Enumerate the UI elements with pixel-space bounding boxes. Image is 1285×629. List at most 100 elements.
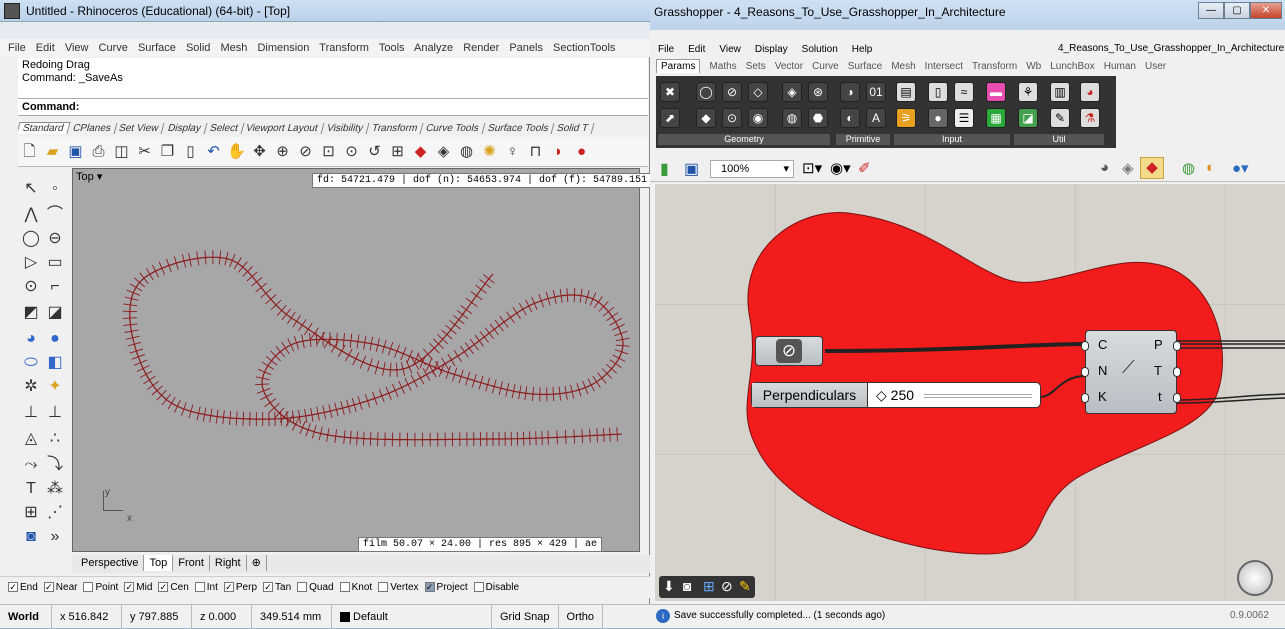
zoom-window-icon[interactable]: ⊘ — [295, 141, 316, 162]
button-input-icon[interactable]: ▯ — [928, 82, 948, 102]
curve-icon[interactable]: ⌒ — [44, 204, 66, 226]
menu-sectiontools[interactable]: SectionTools — [553, 42, 615, 54]
osnap-point[interactable]: Point — [83, 582, 118, 593]
cplane-indicator[interactable]: World — [0, 605, 52, 629]
material-icon[interactable]: ◐ — [1206, 159, 1215, 176]
grid-snap-toggle[interactable]: Grid Snap — [492, 605, 559, 629]
sphere-icon[interactable]: ● — [44, 328, 66, 350]
circle-icon[interactable]: ◯ — [20, 228, 42, 250]
curve-param-icon[interactable]: ⊘ — [722, 82, 742, 102]
tab-display[interactable]: Display — [162, 123, 207, 134]
menu-panels[interactable]: Panels — [509, 42, 543, 54]
osnap-checkbox[interactable]: ✓ — [124, 582, 134, 592]
circle-param-icon[interactable]: ◯ — [696, 82, 716, 102]
point-icon[interactable]: ◦ — [44, 178, 66, 200]
menu-edit[interactable]: Edit — [36, 42, 55, 54]
align-icon[interactable]: ⊥ — [44, 402, 66, 424]
osnap-int[interactable]: Int — [195, 582, 218, 593]
explode-icon[interactable]: ✦ — [44, 376, 66, 398]
panel-input-icon[interactable]: ▤ — [896, 82, 916, 102]
text-icon[interactable]: T — [20, 478, 42, 500]
command-prompt[interactable]: Command: — [18, 98, 648, 116]
osnap-perp[interactable]: ✓Perp — [224, 582, 257, 593]
lock-icon[interactable]: ⊓ — [525, 141, 546, 162]
minimize-button[interactable]: — — [1198, 2, 1224, 19]
gh-menu-file[interactable]: File — [658, 44, 674, 55]
tab-viewport-layout[interactable]: Viewport Layout — [241, 123, 324, 134]
gh-tab-intersect[interactable]: Intersect — [925, 61, 963, 72]
save-icon[interactable]: ▣ — [65, 141, 86, 162]
preview-wire-icon[interactable]: ◕ — [1100, 159, 1109, 176]
group-label-primitive[interactable]: Primitive — [836, 134, 890, 145]
layer-indicator[interactable]: Default — [332, 605, 492, 629]
render-preview-icon[interactable]: ◙ — [20, 526, 42, 548]
ortho-toggle[interactable]: Ortho — [559, 605, 604, 629]
menu-analyze[interactable]: Analyze — [414, 42, 453, 54]
project-icon[interactable]: ⤵ — [44, 454, 66, 476]
vector-param-icon[interactable]: ◉ — [748, 108, 768, 128]
line-param-icon[interactable]: ⬈ — [660, 108, 680, 128]
transform-icon[interactable]: ⊥ — [20, 402, 42, 424]
rectangle-icon[interactable]: ▭ — [44, 252, 66, 274]
osnap-checkbox[interactable]: ✓ — [158, 582, 168, 592]
osnap-mid[interactable]: ✓Mid — [124, 582, 152, 593]
box-param-icon[interactable]: ✖ — [660, 82, 680, 102]
gh-tab-maths[interactable]: Maths — [709, 61, 736, 72]
widget-load-icon[interactable]: ⬇ — [663, 578, 675, 595]
solid-icon[interactable]: ◕ — [20, 328, 42, 350]
graph-mapper-icon[interactable]: ⚞ — [896, 108, 916, 128]
dimension-icon[interactable]: ∴ — [44, 428, 66, 450]
car-icon[interactable]: ◆ — [410, 141, 431, 162]
fitness-icon[interactable]: ⚗ — [1080, 108, 1100, 128]
bake-icon[interactable]: ◍ — [1182, 159, 1195, 177]
rotate-view-icon[interactable]: ✥ — [249, 141, 270, 162]
point-param-icon[interactable]: ⊙ — [722, 108, 742, 128]
gh-tab-lunchbox[interactable]: LunchBox — [1050, 61, 1094, 72]
plane-param-icon[interactable]: ◆ — [696, 108, 716, 128]
gh-tab-sets[interactable]: Sets — [746, 61, 766, 72]
osnap-checkbox[interactable]: ✓ — [263, 582, 273, 592]
port-t-param[interactable] — [1173, 393, 1181, 403]
osnap-cen[interactable]: ✓Cen — [158, 582, 188, 593]
widget-curve-icon[interactable]: ⊘ — [721, 578, 733, 595]
osnap-checkbox[interactable] — [378, 582, 388, 592]
display-mode-icon[interactable]: ●▾ — [1232, 159, 1249, 177]
value-list-icon[interactable]: ☰ — [954, 108, 974, 128]
maximize-button[interactable]: ▢ — [1224, 2, 1250, 19]
mesh-param-icon[interactable]: ⊛ — [808, 82, 828, 102]
mesh-icon[interactable]: ✲ — [20, 376, 42, 398]
surface-param-icon[interactable]: ◇ — [748, 82, 768, 102]
group-param-icon[interactable]: ⬣ — [808, 108, 828, 128]
data-recorder-icon[interactable]: ◪ — [1018, 108, 1038, 128]
boolean-param-icon[interactable]: ◑ — [840, 82, 860, 102]
viewport-menu-chevron-icon[interactable]: ▾ — [97, 171, 103, 183]
top-viewport[interactable]: y x — [72, 168, 640, 552]
pan-icon[interactable]: ✋ — [226, 141, 247, 162]
group-icon[interactable]: ⊞ — [20, 502, 42, 524]
navigation-compass[interactable] — [1237, 560, 1273, 596]
menu-surface[interactable]: Surface — [138, 42, 176, 54]
osnap-checkbox[interactable]: ✓ — [8, 582, 18, 592]
zoom-extents-icon[interactable]: ⊡ — [318, 141, 339, 162]
osnap-knot[interactable]: Knot — [340, 582, 373, 593]
toggle-input-icon[interactable]: ≈ — [954, 82, 974, 102]
menu-transform[interactable]: Transform — [319, 42, 369, 54]
brep-param-icon[interactable]: ◈ — [782, 82, 802, 102]
osnap-checkbox[interactable]: ✓ — [44, 582, 54, 592]
osnap-checkbox[interactable] — [83, 582, 93, 592]
menu-mesh[interactable]: Mesh — [220, 42, 247, 54]
osnap-disable[interactable]: Disable — [474, 582, 519, 593]
gh-menu-display[interactable]: Display — [755, 44, 788, 55]
port-n[interactable] — [1081, 367, 1089, 377]
fillet-icon[interactable]: ⌐ — [44, 276, 66, 298]
osnap-checkbox[interactable] — [340, 582, 350, 592]
slider-track[interactable] — [924, 394, 1032, 398]
view-tab-right[interactable]: Right — [210, 555, 247, 571]
gh-tab-wb[interactable]: Wb — [1026, 61, 1041, 72]
group-label-input[interactable]: Input — [894, 134, 1010, 145]
osnap-checkbox[interactable] — [195, 582, 205, 592]
osnap-vertex[interactable]: Vertex — [378, 582, 418, 593]
polyline-icon[interactable]: ⋀ — [20, 204, 42, 226]
image-sampler-icon[interactable]: ▦ — [986, 108, 1006, 128]
menu-dimension[interactable]: Dimension — [257, 42, 309, 54]
